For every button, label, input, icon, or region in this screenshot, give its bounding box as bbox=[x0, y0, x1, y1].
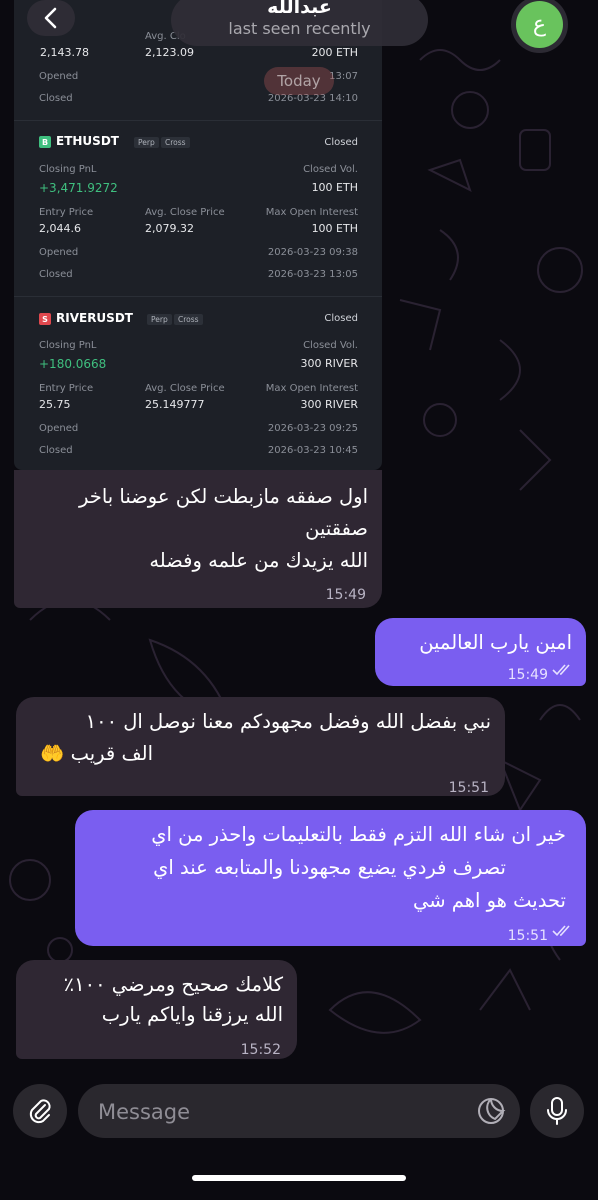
max-value: 300 RIVER bbox=[300, 398, 359, 411]
opened-time: 2026-03-23 09:38 bbox=[267, 247, 358, 258]
trade-status: Closed bbox=[324, 313, 358, 324]
message-line: تصرف فردي يضيع مجهودنا والمتابعه عند اي bbox=[153, 856, 506, 879]
closed-label: Closed bbox=[39, 445, 73, 456]
read-receipt-icon bbox=[552, 664, 570, 676]
message-bubble-incoming[interactable]: اول صفقه مازبطت لكن عوضنا باخر صفقتين ال… bbox=[14, 470, 382, 608]
message-line: الله يرزقنا واياكم يارب bbox=[101, 1003, 283, 1026]
river-coin-icon: S bbox=[39, 313, 51, 325]
message-line: تحديث هو اهم شي bbox=[412, 889, 566, 912]
tag-cross: Cross bbox=[174, 314, 203, 325]
message-field[interactable] bbox=[78, 1084, 520, 1140]
message-line: اول صفقه مازبطت لكن عوضنا باخر bbox=[79, 485, 368, 508]
sticker-icon[interactable] bbox=[476, 1096, 506, 1126]
trade-symbol: RIVERUSDT bbox=[56, 311, 133, 325]
closed-time: 2026-03-23 13:05 bbox=[267, 269, 358, 280]
closed-time: 2026-03-23 10:45 bbox=[267, 445, 358, 456]
eth-coin-icon: B bbox=[39, 136, 51, 148]
read-receipt-icon bbox=[552, 925, 570, 937]
back-button[interactable] bbox=[27, 0, 75, 36]
pnl-value: +180.0668 bbox=[39, 357, 107, 371]
vol-label: Closed Vol. bbox=[303, 164, 358, 175]
avg-label: Avg. Close Price bbox=[145, 383, 225, 394]
message-line: الله يزيدك من علمه وفضله bbox=[149, 549, 368, 572]
trade-status: Closed bbox=[324, 137, 358, 148]
tag-perp: Perp bbox=[134, 137, 159, 148]
top-opened-label: Opened bbox=[39, 71, 79, 82]
tag-perp: Perp bbox=[147, 314, 172, 325]
home-indicator bbox=[192, 1175, 406, 1181]
trade-symbol: ETHUSDT bbox=[56, 134, 119, 148]
microphone-icon bbox=[547, 1097, 567, 1125]
tag-cross: Cross bbox=[161, 137, 190, 148]
opened-time: 2026-03-23 09:25 bbox=[267, 423, 358, 434]
max-label: Max Open Interest bbox=[265, 207, 358, 218]
message-bubble-incoming[interactable]: كلامك صحيح ومرضي ١٠٠٪ الله يرزقنا واياكم… bbox=[16, 960, 297, 1059]
message-line: خير ان شاء الله التزم فقط بالتعليمات واح… bbox=[151, 823, 566, 846]
pnl-label: Closing PnL bbox=[39, 164, 97, 175]
contact-name: عبدالله bbox=[267, 0, 332, 18]
pnl-value: +3,471.9272 bbox=[39, 181, 118, 195]
closed-label: Closed bbox=[39, 269, 73, 280]
entry-label: Entry Price bbox=[39, 383, 94, 394]
top-closed-label: Closed bbox=[39, 93, 73, 104]
avatar[interactable]: ع bbox=[516, 1, 563, 48]
chat-title[interactable]: عبدالله last seen recently bbox=[171, 0, 428, 46]
message-line: امين يارب العالمين bbox=[419, 631, 572, 654]
message-input[interactable] bbox=[96, 1084, 470, 1140]
entry-value: 2,044.6 bbox=[39, 222, 81, 235]
vol-value: 100 ETH bbox=[311, 181, 358, 194]
divider bbox=[14, 120, 382, 121]
date-badge: Today bbox=[264, 67, 334, 95]
paperclip-icon bbox=[29, 1099, 51, 1124]
opened-label: Opened bbox=[39, 423, 79, 434]
voice-record-button[interactable] bbox=[530, 1084, 584, 1138]
message-time: 15:52 bbox=[240, 1042, 281, 1058]
vol-value: 300 RIVER bbox=[300, 357, 359, 370]
avg-value: 25.149777 bbox=[145, 398, 205, 411]
max-label: Max Open Interest bbox=[265, 383, 358, 394]
max-value: 100 ETH bbox=[311, 222, 358, 235]
message-line: كلامك صحيح ومرضي ١٠٠٪ bbox=[63, 973, 283, 996]
vol-label: Closed Vol. bbox=[303, 340, 358, 351]
contact-status: last seen recently bbox=[228, 19, 371, 38]
message-time: 15:49 bbox=[325, 587, 366, 603]
message-time: 15:51 bbox=[448, 780, 489, 796]
message-line: صفقتين bbox=[305, 517, 368, 540]
chat-header: عبدالله last seen recently ع bbox=[0, 0, 598, 53]
message-line: الف قريب 🤲 bbox=[40, 742, 153, 765]
message-time: 15:49 bbox=[507, 667, 548, 683]
message-line: نبي بفضل الله وفضل مجهودكم معنا نوصل ال … bbox=[85, 710, 491, 733]
avg-label: Avg. Close Price bbox=[145, 207, 225, 218]
message-time: 15:51 bbox=[507, 928, 548, 944]
composer-bar bbox=[0, 1076, 598, 1200]
divider bbox=[14, 296, 382, 297]
chevron-left-icon bbox=[44, 7, 57, 29]
entry-label: Entry Price bbox=[39, 207, 94, 218]
avg-value: 2,079.32 bbox=[145, 222, 194, 235]
entry-value: 25.75 bbox=[39, 398, 71, 411]
pnl-label: Closing PnL bbox=[39, 340, 97, 351]
opened-label: Opened bbox=[39, 247, 79, 258]
message-bubble-outgoing[interactable]: خير ان شاء الله التزم فقط بالتعليمات واح… bbox=[75, 810, 586, 946]
attach-button[interactable] bbox=[13, 1084, 67, 1138]
message-bubble-incoming[interactable]: نبي بفضل الله وفضل مجهودكم معنا نوصل ال … bbox=[16, 697, 505, 796]
message-bubble-outgoing[interactable]: امين يارب العالمين 15:49 bbox=[375, 618, 586, 686]
